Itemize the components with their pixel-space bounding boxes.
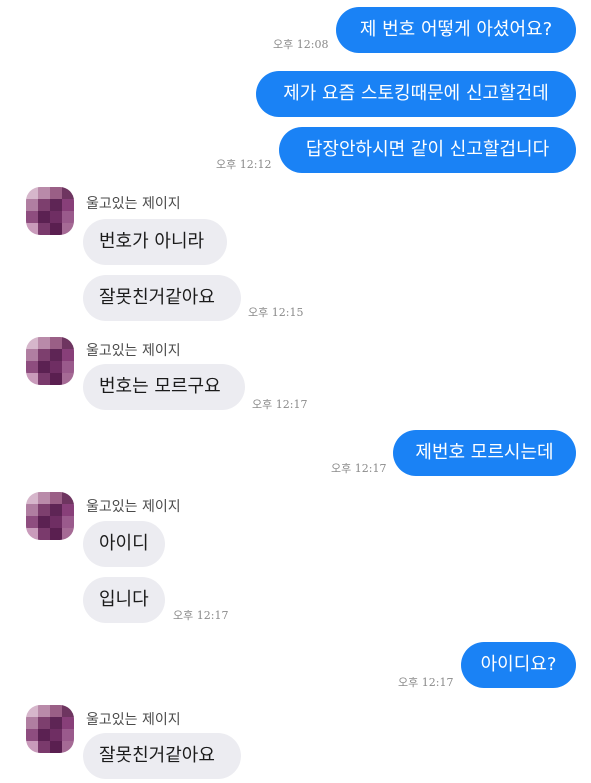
outgoing-message-bubble[interactable]: 답장안하시면 같이 신고할겁니다 [279, 127, 576, 173]
avatar-pixel [50, 373, 62, 385]
avatar-pixel [50, 211, 62, 223]
avatar-pixel [62, 211, 74, 223]
avatar-pixel [26, 373, 38, 385]
avatar-pixel [38, 187, 50, 199]
message-timestamp: 오후 12:17 [398, 676, 454, 689]
avatar-pixel [50, 187, 62, 199]
avatar-pixel [26, 729, 38, 741]
avatar-pixel [50, 337, 62, 349]
avatar-pixel [26, 199, 38, 211]
outgoing-message-bubble[interactable]: 제번호 모르시는데 [393, 430, 576, 476]
contact-avatar[interactable] [26, 187, 74, 235]
avatar-pixel [50, 504, 62, 516]
avatar-pixel [26, 337, 38, 349]
avatar-pixel [62, 187, 74, 199]
avatar-pixel [26, 223, 38, 235]
avatar-pixel [50, 717, 62, 729]
avatar-pixel [50, 516, 62, 528]
avatar-pixel [62, 373, 74, 385]
avatar-pixel [62, 504, 74, 516]
message-timestamp: 오후 12:08 [273, 38, 329, 51]
outgoing-message-bubble[interactable]: 아이디요? [461, 642, 576, 688]
avatar-pixel [38, 516, 50, 528]
contact-avatar[interactable] [26, 492, 74, 540]
avatar-pixel [26, 705, 38, 717]
contact-avatar[interactable] [26, 705, 74, 753]
avatar-pixel [50, 223, 62, 235]
incoming-message-bubble[interactable]: 번호가 아니라 [83, 219, 227, 265]
incoming-message-bubble[interactable]: 아이디 [83, 521, 165, 567]
avatar-pixel [62, 729, 74, 741]
avatar-pixel [26, 492, 38, 504]
avatar-pixel [50, 199, 62, 211]
message-timestamp: 오후 12:17 [173, 609, 229, 622]
message-timestamp: 오후 12:12 [216, 158, 272, 171]
avatar-pixel [38, 361, 50, 373]
avatar-pixel [38, 717, 50, 729]
avatar-pixel [50, 741, 62, 753]
message-timestamp: 오후 12:15 [248, 306, 304, 319]
avatar-pixel [62, 337, 74, 349]
incoming-message-bubble[interactable]: 잘못친거같아요 [83, 733, 241, 779]
avatar-pixel [62, 717, 74, 729]
avatar-pixel [50, 349, 62, 361]
avatar-pixel [38, 729, 50, 741]
avatar-pixel [26, 504, 38, 516]
avatar-pixel [50, 492, 62, 504]
avatar-pixel [26, 516, 38, 528]
incoming-message-bubble[interactable]: 번호는 모르구요 [83, 364, 245, 410]
avatar-pixel [38, 373, 50, 385]
contact-name: 울고있는 제이지 [86, 712, 181, 728]
avatar-pixel [62, 349, 74, 361]
outgoing-message-bubble[interactable]: 제가 요즘 스토킹때문에 신고할건데 [256, 71, 576, 117]
avatar-pixel [26, 349, 38, 361]
avatar-pixel [38, 211, 50, 223]
avatar-pixel [26, 361, 38, 373]
avatar-pixel [26, 187, 38, 199]
avatar-pixel [62, 528, 74, 540]
contact-avatar[interactable] [26, 337, 74, 385]
avatar-pixel [38, 223, 50, 235]
incoming-message-bubble[interactable]: 잘못친거같아요 [83, 275, 241, 321]
avatar-pixel [38, 528, 50, 540]
avatar-pixel [50, 729, 62, 741]
avatar-pixel [50, 528, 62, 540]
avatar-pixel [62, 361, 74, 373]
avatar-pixel [50, 705, 62, 717]
incoming-message-bubble[interactable]: 입니다 [83, 577, 165, 623]
avatar-pixel [26, 528, 38, 540]
outgoing-message-bubble[interactable]: 제 번호 어떻게 아셨어요? [336, 7, 576, 53]
message-timestamp: 오후 12:17 [252, 398, 308, 411]
avatar-pixel [26, 211, 38, 223]
avatar-pixel [62, 223, 74, 235]
contact-name: 울고있는 제이지 [86, 499, 181, 515]
avatar-pixel [62, 492, 74, 504]
avatar-pixel [62, 516, 74, 528]
avatar-pixel [26, 717, 38, 729]
avatar-pixel [62, 705, 74, 717]
avatar-pixel [38, 504, 50, 516]
avatar-pixel [38, 199, 50, 211]
message-timestamp: 오후 12:17 [331, 462, 387, 475]
avatar-pixel [62, 199, 74, 211]
avatar-pixel [50, 361, 62, 373]
avatar-pixel [38, 337, 50, 349]
avatar-pixel [38, 492, 50, 504]
avatar-pixel [38, 741, 50, 753]
avatar-pixel [62, 741, 74, 753]
contact-name: 울고있는 제이지 [86, 343, 181, 359]
avatar-pixel [26, 741, 38, 753]
avatar-pixel [38, 349, 50, 361]
avatar-pixel [38, 705, 50, 717]
contact-name: 울고있는 제이지 [86, 196, 181, 212]
